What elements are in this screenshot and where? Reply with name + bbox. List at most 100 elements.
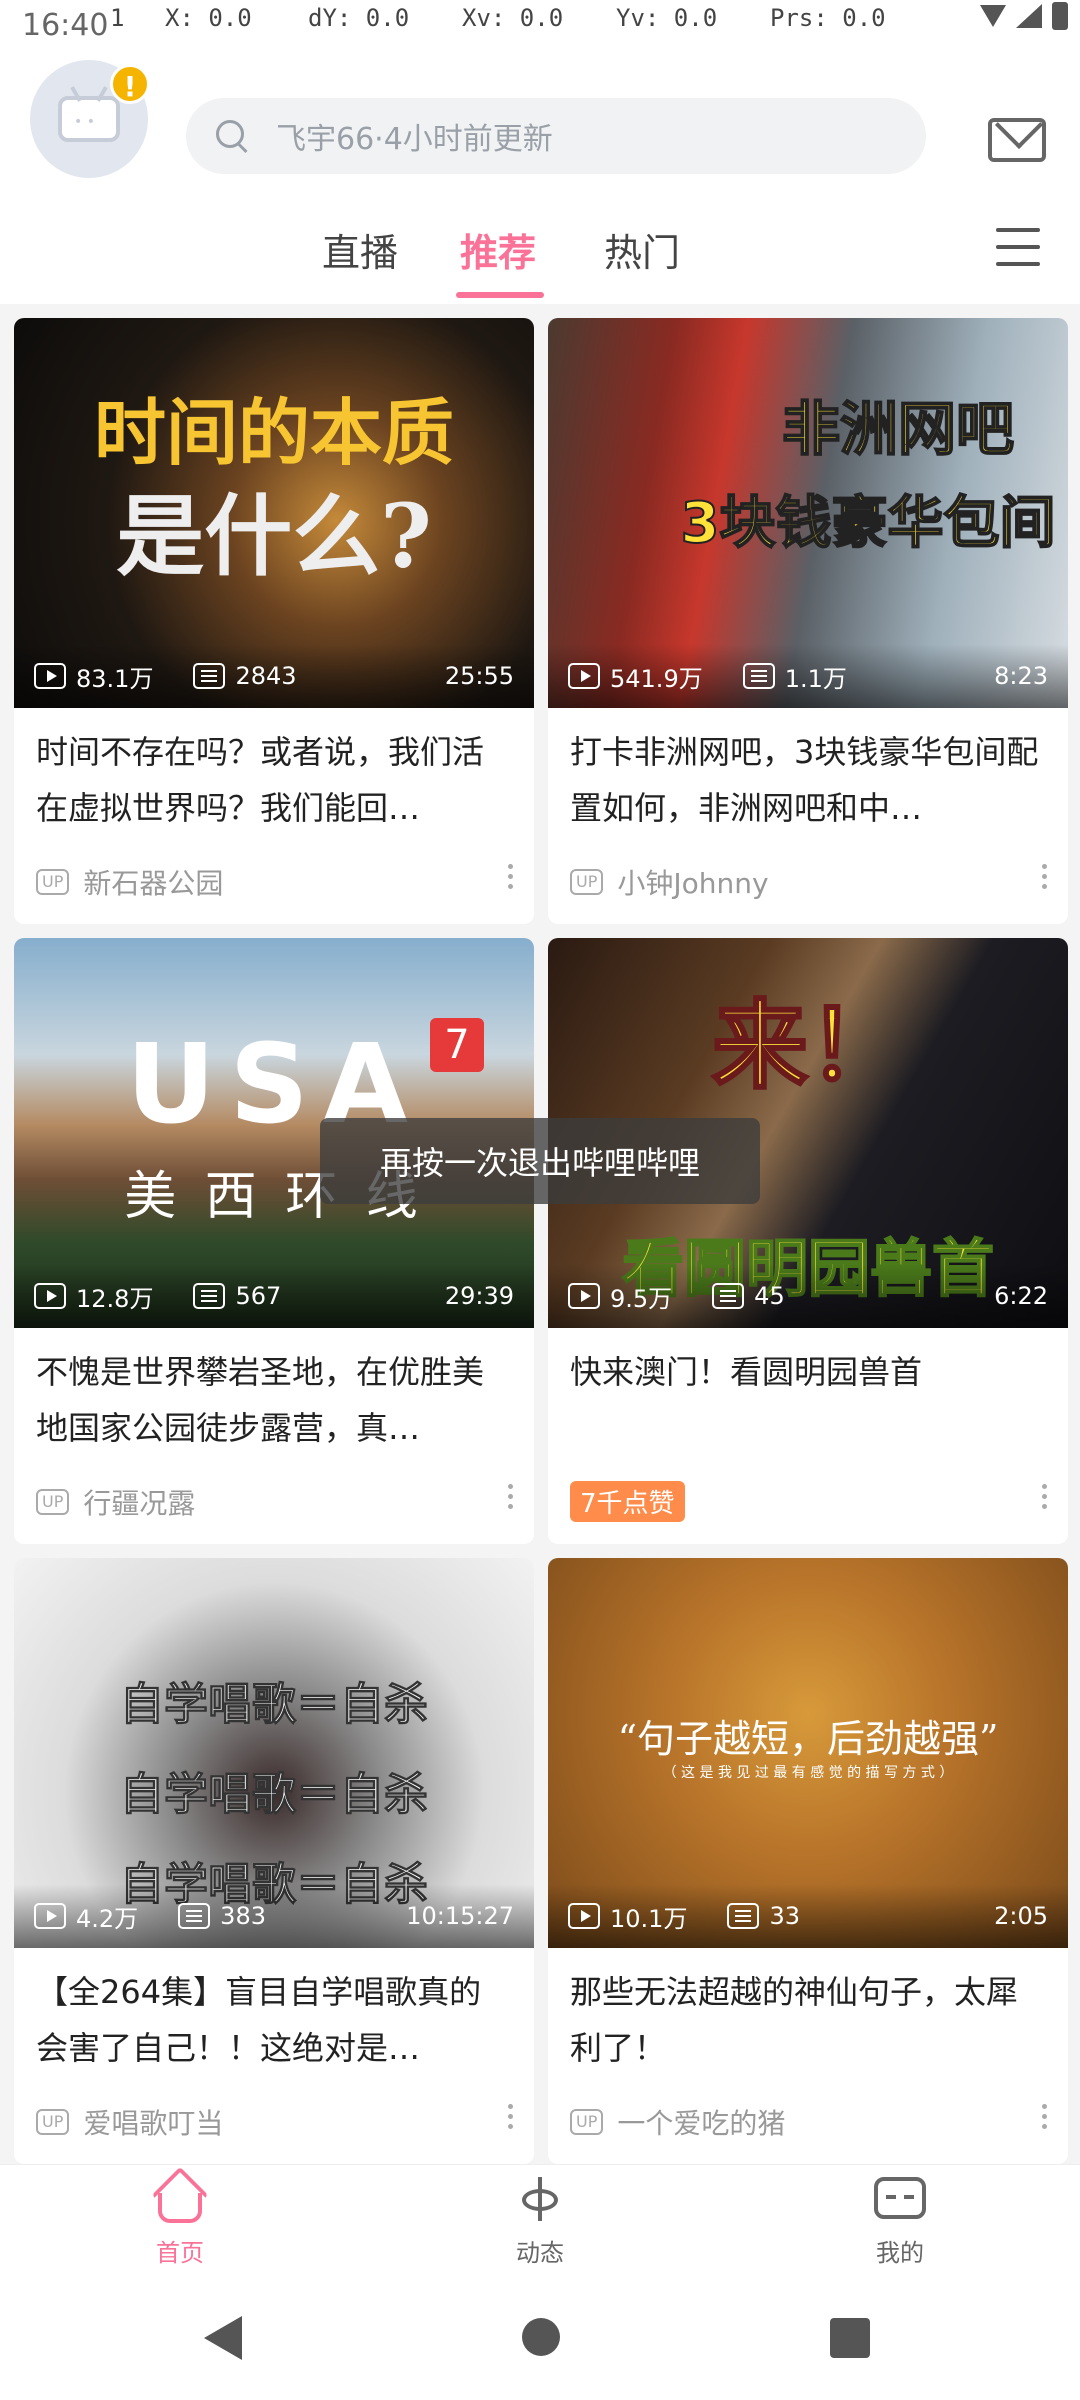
- signal-icon: [1016, 4, 1042, 28]
- video-title: 不愧是世界攀岩圣地，在优胜美地国家公园徒步露营，真…: [36, 1353, 485, 1447]
- video-stats: 541.9万 1.1万 8:23: [548, 644, 1068, 708]
- recents-icon[interactable]: [830, 2318, 870, 2358]
- danmaku-icon: [742, 663, 775, 689]
- video-meta: UP 小钟Johnny: [570, 862, 769, 902]
- danmaku-icon: [178, 1903, 211, 1929]
- play-count-icon: [34, 1903, 66, 1929]
- video-thumbnail: 时间的本质 是什么? 83.1万 2843 25:55: [14, 318, 534, 708]
- more-icon[interactable]: [508, 1484, 514, 1514]
- more-icon[interactable]: [508, 2104, 514, 2134]
- danmaku-icon: [193, 1283, 226, 1309]
- likes-badge: 7千点赞: [570, 1481, 685, 1522]
- bottom-nav: 首页 动态 我的: [0, 2164, 1080, 2274]
- home-icon: [151, 2166, 209, 2224]
- video-feed[interactable]: 时间的本质 是什么? 83.1万 2843 25:55 时间不存在吗？或者说，我…: [0, 304, 1080, 2164]
- more-icon[interactable]: [1042, 2104, 1048, 2134]
- avatar[interactable]: • • !: [30, 60, 150, 178]
- video-card[interactable]: 非洲网吧 3块钱豪华包间 541.9万 1.1万 8:23 打卡非洲网吧，3块钱…: [548, 318, 1068, 924]
- video-card[interactable]: USA 美 西 环 线 7 12.8万 567 29:39 不愧是世界攀岩圣地，…: [14, 938, 534, 1544]
- thumbnail-caption: 自学唱歌＝自杀: [120, 1769, 429, 1821]
- back-icon[interactable]: [204, 2316, 242, 2360]
- nav-mine-label: 我的: [876, 2239, 924, 2267]
- view-count: 12.8万: [76, 1284, 154, 1313]
- video-meta: 7千点赞: [570, 1481, 685, 1522]
- video-title: 打卡非洲网吧，3块钱豪华包间配置如何，非洲网吧和中…: [570, 733, 1039, 827]
- top-header: • • ! 飞宇66·4小时前更新: [0, 36, 1080, 200]
- up-badge: UP: [36, 869, 70, 895]
- duration: 8:23: [994, 662, 1048, 690]
- danmaku-icon: [193, 663, 226, 689]
- video-title: 那些无法超越的神仙句子，太犀利了！: [570, 1973, 1019, 2067]
- video-title: 【全264集】盲目自学唱歌真的会害了自己！！这绝对是…: [36, 1973, 482, 2067]
- nav-dynamic-label: 动态: [516, 2239, 564, 2267]
- video-card[interactable]: “句子越短，后劲越强” （ 这 是 我 见 过 最 有 感 觉 的 描 写 方 …: [548, 1558, 1068, 2164]
- view-count: 10.1万: [610, 1904, 688, 1933]
- active-tab-indicator: [456, 292, 544, 298]
- video-card[interactable]: 时间的本质 是什么? 83.1万 2843 25:55 时间不存在吗？或者说，我…: [14, 318, 534, 924]
- nav-mine[interactable]: 我的: [720, 2165, 1080, 2275]
- video-stats: 9.5万 45 6:22: [548, 1264, 1068, 1328]
- play-count-icon: [34, 663, 66, 689]
- tv-icon: [874, 2177, 926, 2219]
- danmaku-count: 1.1万: [784, 664, 847, 693]
- video-thumbnail: 非洲网吧 3块钱豪华包间 541.9万 1.1万 8:23: [548, 318, 1068, 708]
- tab-hot[interactable]: 热门: [604, 222, 680, 277]
- danmaku-count: 33: [769, 1902, 800, 1930]
- home-button-icon[interactable]: [522, 2318, 560, 2356]
- video-card[interactable]: 来！ 看圆明园兽首 9.5万 45 6:22 快来澳门！看圆明园兽首 7千点赞: [548, 938, 1068, 1544]
- dynamic-icon: [516, 2173, 564, 2225]
- duration: 29:39: [444, 1282, 514, 1310]
- view-count: 9.5万: [610, 1284, 673, 1313]
- video-stats: 4.2万 383 10:15:27: [14, 1884, 534, 1948]
- debug-index: 1: [110, 4, 125, 32]
- debug-prs: Prs: 0.0: [770, 4, 886, 32]
- video-meta: UP 行疆况露: [36, 1482, 195, 1522]
- nav-home-label: 首页: [156, 2239, 204, 2267]
- duration: 10:15:27: [406, 1902, 514, 1930]
- video-card[interactable]: 自学唱歌＝自杀 自学唱歌＝自杀 自学唱歌＝自杀 4.2万 383 10:15:2…: [14, 1558, 534, 2164]
- duration: 2:05: [994, 1902, 1048, 1930]
- episode-badge: 7: [430, 1018, 484, 1072]
- thumbnail-caption: 时间的本质: [93, 391, 454, 475]
- more-icon[interactable]: [508, 864, 514, 894]
- channel-tabs: 直播 推荐 热门: [0, 200, 1080, 304]
- danmaku-icon: [727, 1903, 760, 1929]
- up-badge: UP: [36, 1489, 70, 1515]
- debug-yv: Yv: 0.0: [616, 4, 718, 32]
- tab-live[interactable]: 直播: [322, 222, 398, 277]
- thumbnail-caption: （ 这 是 我 见 过 最 有 感 觉 的 描 写 方 式 ）: [662, 1765, 954, 1781]
- nav-dynamic[interactable]: 动态: [360, 2165, 720, 2275]
- debug-x: X: 0.0: [165, 4, 252, 32]
- video-meta: UP 新石器公园: [36, 862, 223, 902]
- view-count: 83.1万: [76, 664, 154, 693]
- mail-icon[interactable]: [988, 118, 1046, 162]
- video-meta: UP 爱唱歌叮当: [36, 2102, 223, 2142]
- danmaku-count: 567: [235, 1282, 282, 1310]
- danmaku-count: 45: [754, 1282, 785, 1310]
- video-meta: UP 一个爱吃的猪: [570, 2102, 785, 2142]
- system-icons: [980, 2, 1068, 30]
- alert-badge: !: [110, 64, 150, 104]
- up-badge: UP: [570, 2109, 604, 2135]
- status-bar: 16:40 1 X: 0.0 dY: 0.0 Xv: 0.0 Yv: 0.0 P…: [0, 0, 1080, 43]
- up-badge: UP: [36, 2109, 70, 2135]
- more-icon[interactable]: [1042, 864, 1048, 894]
- video-thumbnail: 自学唱歌＝自杀 自学唱歌＝自杀 自学唱歌＝自杀 4.2万 383 10:15:2…: [14, 1558, 534, 1948]
- search-placeholder: 飞宇66·4小时前更新: [276, 122, 553, 157]
- thumbnail-caption: 自学唱歌＝自杀: [120, 1679, 429, 1731]
- video-stats: 10.1万 33 2:05: [548, 1884, 1068, 1948]
- nav-home[interactable]: 首页: [0, 2165, 360, 2275]
- author-name: 行疆况露: [83, 1487, 196, 1520]
- play-count-icon: [568, 1903, 600, 1929]
- debug-dy: dY: 0.0: [308, 4, 410, 32]
- exit-toast: 再按一次退出哔哩哔哩: [320, 1118, 760, 1204]
- view-count: 541.9万: [610, 664, 703, 693]
- duration: 25:55: [444, 662, 514, 690]
- tab-recommend[interactable]: 推荐: [460, 222, 536, 277]
- search-bar[interactable]: 飞宇66·4小时前更新: [186, 98, 926, 174]
- menu-icon[interactable]: [996, 228, 1040, 272]
- play-count-icon: [34, 1283, 66, 1309]
- author-name: 小钟Johnny: [617, 867, 769, 900]
- danmaku-count: 383: [220, 1902, 266, 1930]
- more-icon[interactable]: [1042, 1484, 1048, 1514]
